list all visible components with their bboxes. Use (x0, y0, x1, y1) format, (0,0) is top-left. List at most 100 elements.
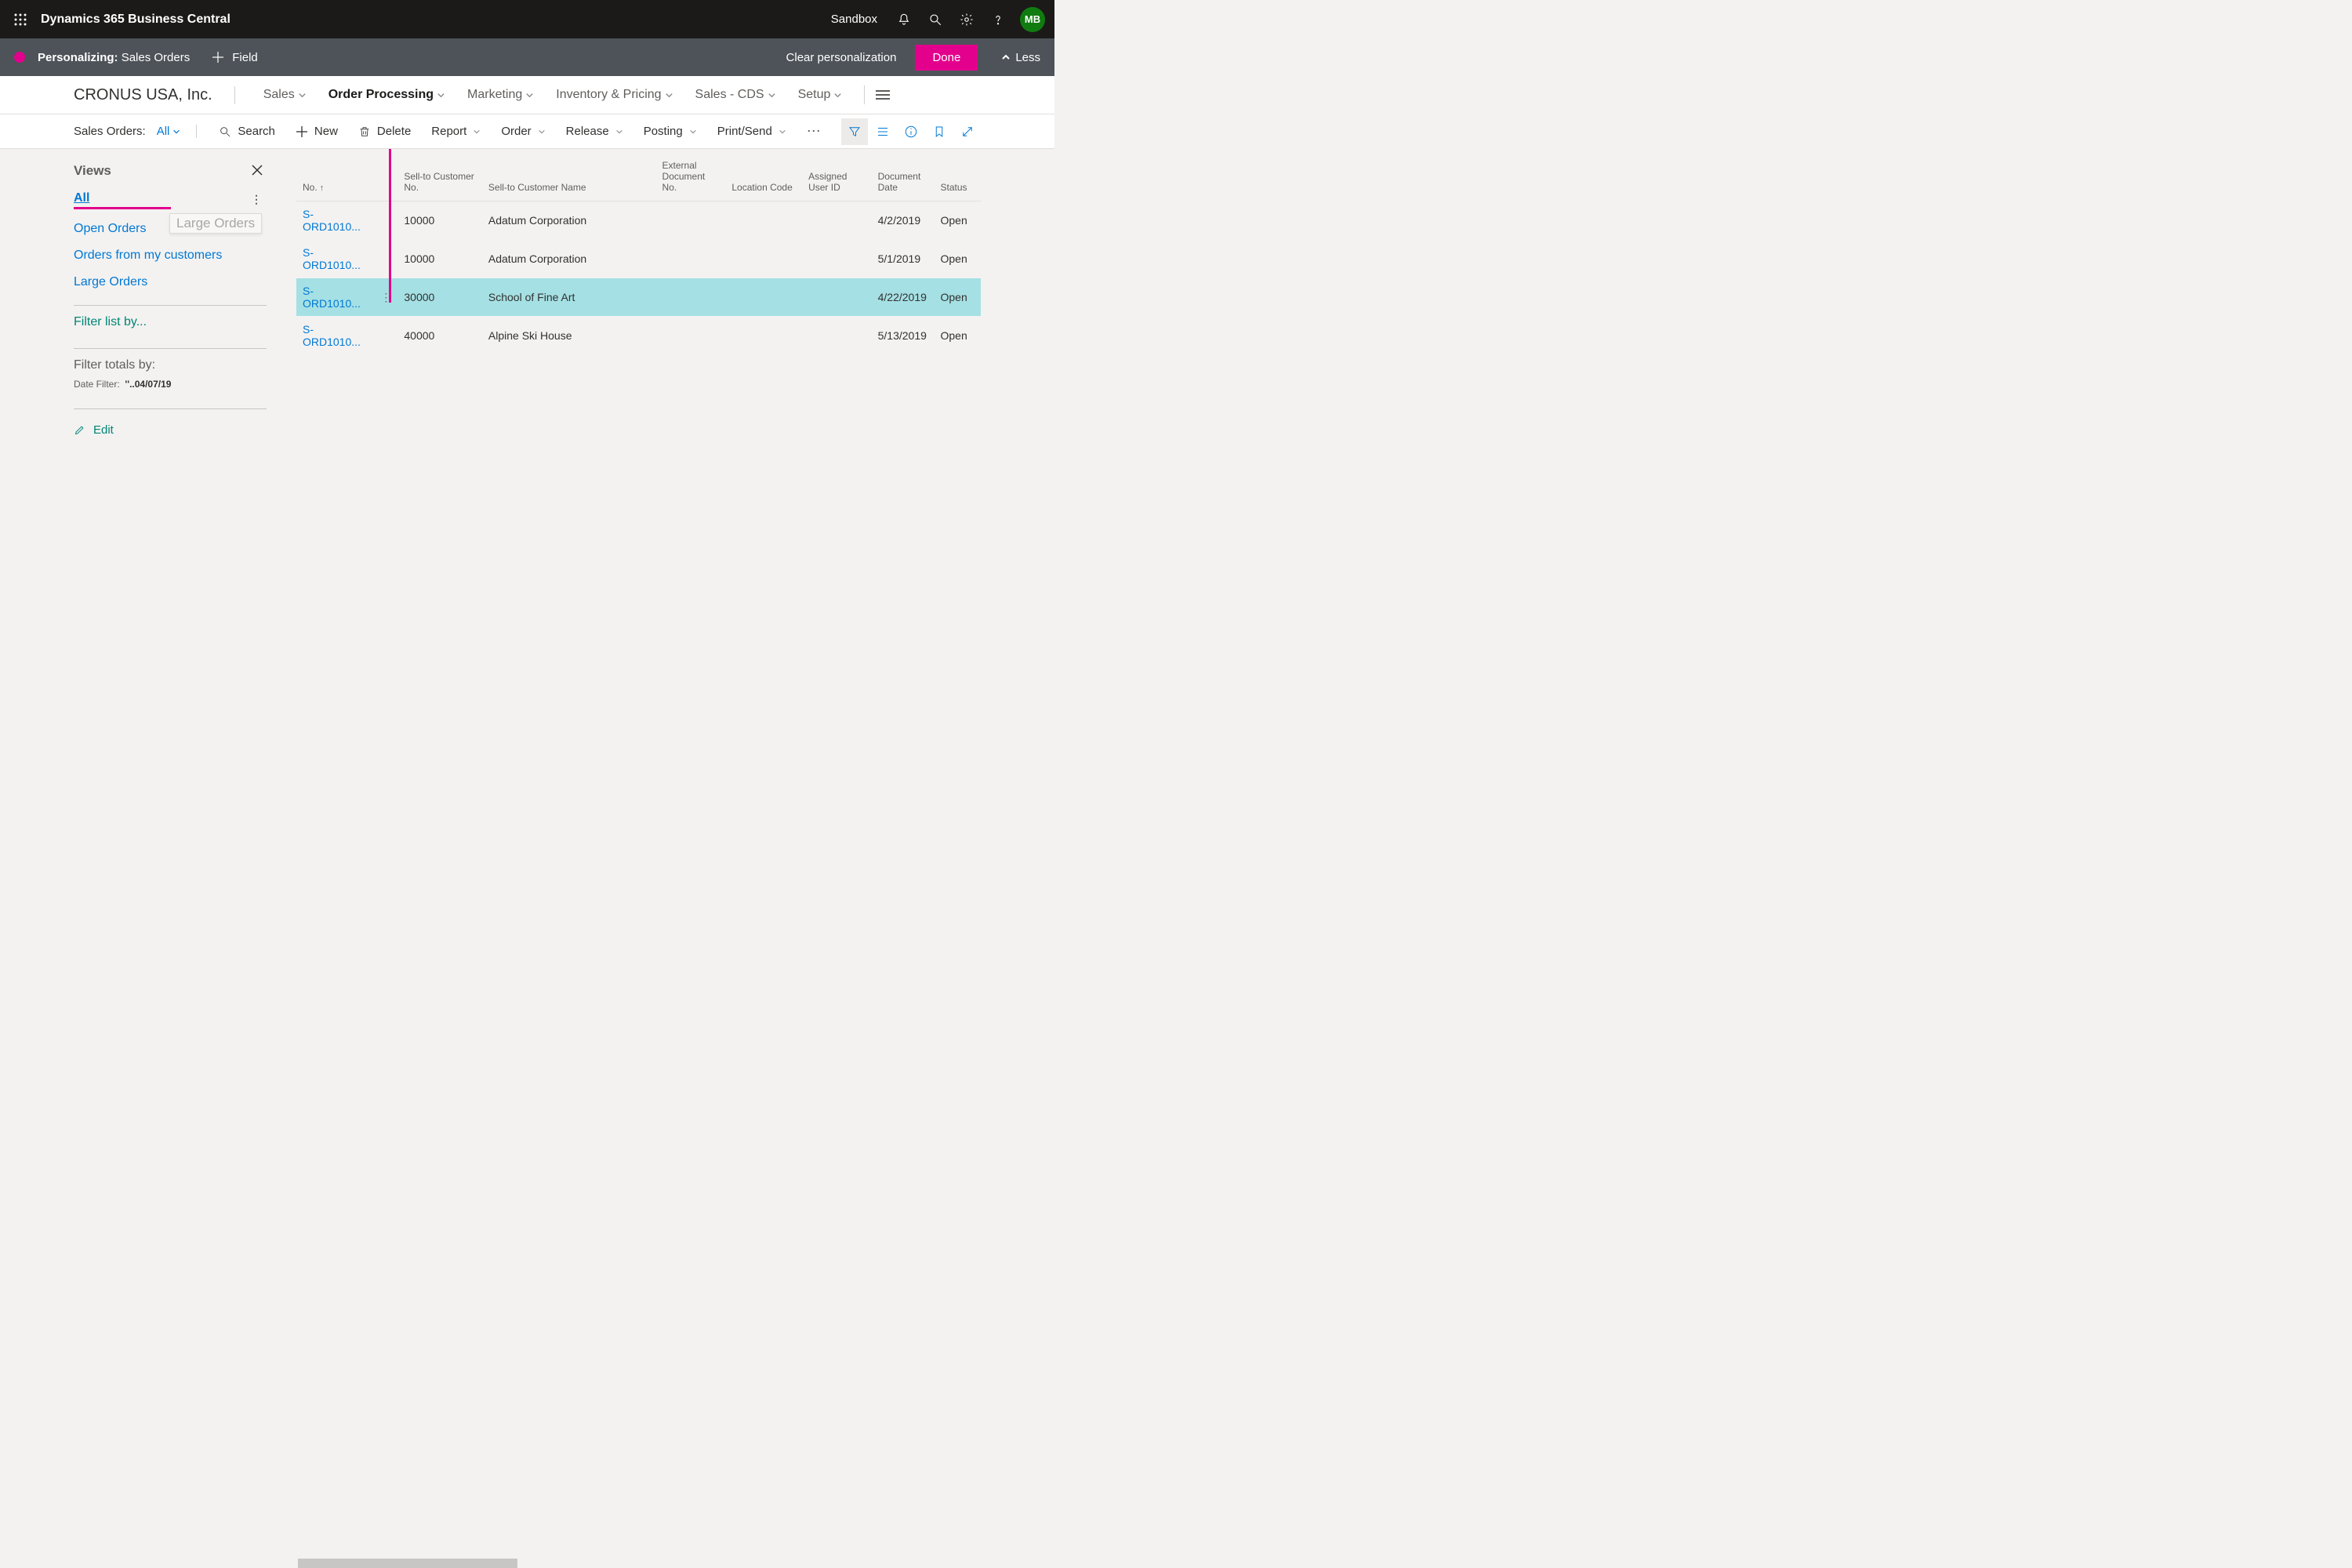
filter-list-link[interactable]: Filter list by... (74, 315, 147, 328)
more-actions-icon[interactable]: ⋯ (799, 123, 830, 140)
notifications-icon[interactable] (891, 7, 916, 32)
table-row[interactable]: S-ORD1010... 40000Alpine Ski House 5/13/20… (296, 317, 981, 355)
date-cell: 5/13/2019 (872, 317, 935, 355)
orders-table: No. Sell-to Customer No.Sell-to Customer … (296, 149, 981, 355)
app-header: Dynamics 365 Business Central Sandbox MB (0, 0, 1054, 38)
close-views-icon[interactable] (251, 164, 263, 179)
nav-item-label: Marketing (467, 88, 522, 102)
new-label: New (314, 125, 338, 138)
column-header-sell-to-customer-no-[interactable]: Sell-to Customer No. (397, 149, 482, 201)
customer-no-cell: 10000 (397, 240, 482, 278)
add-field-button[interactable]: Field (212, 51, 258, 64)
help-icon[interactable] (985, 7, 1011, 32)
edit-filters-link[interactable]: Edit (74, 419, 267, 441)
customer-name-cell: School of Fine Art (482, 278, 656, 317)
chevron-down-icon (615, 128, 623, 136)
nav-item-setup[interactable]: Setup (787, 88, 854, 102)
expand-icon[interactable] (954, 118, 981, 145)
print-send-dropdown[interactable]: Print/Send (710, 120, 794, 143)
delete-label: Delete (377, 125, 411, 138)
search-action[interactable]: Search (211, 120, 283, 143)
date-filter-label: Date Filter: (74, 379, 120, 390)
done-button[interactable]: Done (915, 45, 978, 71)
view-link[interactable]: Large Orders (74, 275, 147, 289)
row-menu-icon[interactable] (374, 201, 397, 240)
customer-name-cell: Alpine Ski House (482, 317, 656, 355)
action-label: Order (501, 125, 531, 138)
delete-action[interactable]: Delete (350, 120, 419, 143)
column-header-external-document-no-[interactable]: External Document No. (656, 149, 726, 201)
less-toggle[interactable]: Less (1001, 51, 1040, 64)
posting-dropdown[interactable]: Posting (636, 120, 705, 143)
new-action[interactable]: New (288, 120, 346, 143)
customer-no-cell: 40000 (397, 317, 482, 355)
current-view-dropdown[interactable]: All (157, 125, 198, 138)
order-no-cell[interactable]: S-ORD1010... (296, 201, 374, 240)
nav-item-sales-cds[interactable]: Sales - CDS (684, 88, 787, 102)
info-icon[interactable] (898, 118, 924, 145)
date-filter: Date Filter: ''..04/07/19 (74, 379, 267, 390)
clear-personalization-link[interactable]: Clear personalization (786, 51, 897, 64)
release-dropdown[interactable]: Release (558, 120, 631, 143)
order-no-cell[interactable]: S-ORD1010... (296, 278, 374, 317)
view-link[interactable]: All (74, 191, 89, 205)
app-launcher-icon[interactable] (9, 9, 31, 31)
view-item-open-orders[interactable]: Open Orders Large Orders (74, 216, 267, 242)
view-link[interactable]: Open Orders (74, 222, 146, 235)
bookmark-icon[interactable] (926, 118, 953, 145)
column-header-status[interactable]: Status (935, 149, 982, 201)
recording-indicator-icon (14, 52, 25, 63)
app-title: Dynamics 365 Business Central (41, 13, 230, 27)
row-menu-icon[interactable]: ⋮ (374, 278, 397, 317)
order-no-cell[interactable]: S-ORD1010... (296, 317, 374, 355)
row-menu-icon[interactable] (374, 240, 397, 278)
filter-pane-icon[interactable] (841, 118, 868, 145)
order-no-cell[interactable]: S-ORD1010... (296, 240, 374, 278)
chevron-down-icon (538, 128, 546, 136)
column-header-no-[interactable]: No. (296, 149, 374, 201)
company-name[interactable]: CRONUS USA, Inc. (74, 86, 235, 104)
drag-ghost-view[interactable]: Large Orders (169, 213, 262, 234)
nav-item-label: Order Processing (328, 88, 434, 102)
search-icon[interactable] (923, 7, 948, 32)
view-item-all[interactable]: All ⋮ (74, 185, 267, 216)
view-item-large-orders[interactable]: Large Orders (74, 269, 267, 296)
order-dropdown[interactable]: Order (493, 120, 553, 143)
action-label: Print/Send (717, 125, 772, 138)
table-row[interactable]: S-ORD1010...10000Adatum Corporation5/1/2… (296, 240, 981, 278)
view-item-orders-from-my-customers[interactable]: Orders from my customers (74, 242, 267, 269)
nav-item-marketing[interactable]: Marketing (456, 88, 545, 102)
column-header-location-code[interactable]: Location Code (725, 149, 802, 201)
nav-item-order-processing[interactable]: Order Processing (318, 88, 456, 102)
nav-item-label: Setup (798, 88, 831, 102)
chevron-down-icon (437, 91, 445, 100)
edit-label: Edit (93, 423, 114, 437)
horizontal-scrollbar[interactable] (298, 1559, 517, 1568)
nav-item-label: Sales - CDS (695, 88, 764, 102)
view-link[interactable]: Orders from my customers (74, 249, 222, 262)
action-label: Posting (644, 125, 683, 138)
personalize-column-marker[interactable] (389, 149, 391, 303)
chevron-down-icon (689, 128, 697, 136)
settings-gear-icon[interactable] (954, 7, 979, 32)
table-row[interactable]: S-ORD1010...⋮30000School of Fine Art4/22… (296, 278, 981, 317)
personalizing-prefix: Personalizing: (38, 51, 118, 64)
status-cell: Open (935, 278, 982, 317)
view-more-menu-icon[interactable]: ⋮ (251, 193, 262, 206)
nav-item-sales[interactable]: Sales (252, 88, 318, 102)
status-cell: Open (935, 201, 982, 240)
list-view-icon[interactable] (869, 118, 896, 145)
report-dropdown[interactable]: Report (423, 120, 488, 143)
table-area: No. Sell-to Customer No.Sell-to Customer … (296, 149, 981, 451)
nav-item-inventory-pricing[interactable]: Inventory & Pricing (545, 88, 684, 102)
less-label: Less (1015, 51, 1040, 64)
row-menu-icon[interactable] (374, 317, 397, 355)
nav-item-label: Sales (263, 88, 295, 102)
table-row[interactable]: S-ORD1010...10000Adatum Corporation4/2/2… (296, 201, 981, 240)
column-header-sell-to-customer-name[interactable]: Sell-to Customer Name (482, 149, 656, 201)
column-header-document-date[interactable]: Document Date (872, 149, 935, 201)
user-avatar[interactable]: MB (1020, 7, 1045, 32)
nav-more-menu-icon[interactable] (876, 90, 895, 100)
personalizing-page: Sales Orders (122, 51, 191, 64)
column-header-assigned-user-id[interactable]: Assigned User ID (802, 149, 872, 201)
